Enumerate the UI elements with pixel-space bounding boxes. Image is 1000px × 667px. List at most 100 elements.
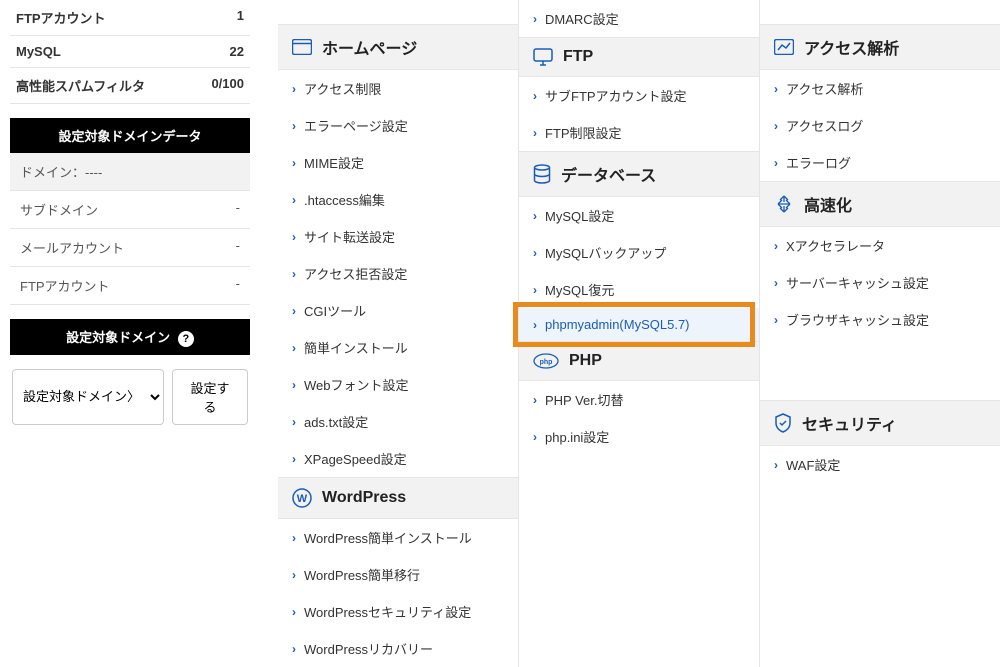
- chevron-right-icon: ›: [292, 642, 296, 656]
- menu-item[interactable]: ›アクセス制限: [278, 70, 518, 107]
- menu-item[interactable]: ›MySQLバックアップ: [519, 234, 759, 271]
- menu-item[interactable]: ›WordPressセキュリティ設定: [278, 593, 518, 630]
- wordpress-icon: W: [292, 488, 312, 508]
- section-title: セキュリティ: [802, 411, 897, 435]
- menu-item[interactable]: ›サブFTPアカウント設定: [519, 77, 759, 114]
- chevron-right-icon: ›: [774, 156, 778, 170]
- domain-row: ドメイン：----: [10, 153, 250, 191]
- domain-target-header: 設定対象ドメイン ?: [10, 319, 250, 355]
- menu-item-phpmyadmin[interactable]: ›phpmyadmin(MySQL5.7): [519, 308, 759, 341]
- monitor-icon: [533, 48, 553, 66]
- menu-item[interactable]: ›Webフォント設定: [278, 366, 518, 403]
- chevron-right-icon: ›: [292, 452, 296, 466]
- chevron-right-icon: ›: [533, 209, 537, 223]
- menu-item[interactable]: ›.htaccess編集: [278, 181, 518, 218]
- menu-item[interactable]: ›エラーページ設定: [278, 107, 518, 144]
- domain-label: ドメイン：----: [20, 162, 102, 181]
- chevron-right-icon: ›: [292, 568, 296, 582]
- domain-label: FTPアカウント: [20, 276, 110, 295]
- domain-row: サブドメイン -: [10, 191, 250, 229]
- menu-item[interactable]: ›アクセスログ: [760, 107, 1000, 144]
- chevron-right-icon: ›: [533, 246, 537, 260]
- chevron-right-icon: ›: [292, 267, 296, 281]
- menu-item[interactable]: ›MySQL設定: [519, 197, 759, 234]
- shield-icon: [774, 413, 792, 433]
- domain-value: -: [236, 200, 240, 219]
- menu-item[interactable]: ›MIME設定: [278, 144, 518, 181]
- chevron-right-icon: ›: [292, 156, 296, 170]
- domain-label: サブドメイン: [20, 200, 98, 219]
- chevron-right-icon: ›: [774, 119, 778, 133]
- domain-data-header: 設定対象ドメインデータ: [10, 118, 250, 153]
- chart-icon: [774, 39, 794, 55]
- menu-item[interactable]: ›php.ini設定: [519, 418, 759, 455]
- section-header-php: php PHP: [519, 341, 759, 381]
- chevron-right-icon: ›: [292, 193, 296, 207]
- menu-item[interactable]: ›アクセス拒否設定: [278, 255, 518, 292]
- section-title: ホームページ: [322, 35, 417, 59]
- chevron-right-icon: ›: [533, 12, 537, 26]
- menu-item[interactable]: ›CGIツール: [278, 292, 518, 329]
- menu-item[interactable]: ›ブラウザキャッシュ設定: [760, 301, 1000, 338]
- stat-row: 高性能スパムフィルタ 0/100: [10, 68, 250, 104]
- section-header-analytics: アクセス解析: [760, 24, 1000, 70]
- menu-item[interactable]: ›WordPress簡単移行: [278, 556, 518, 593]
- chevron-right-icon: ›: [292, 605, 296, 619]
- menu-item[interactable]: ›MySQL復元: [519, 271, 759, 308]
- help-icon[interactable]: ?: [178, 331, 194, 347]
- sidebar: FTPアカウント 1 MySQL 22 高性能スパムフィルタ 0/100 設定対…: [0, 0, 260, 667]
- chevron-right-icon: ›: [292, 119, 296, 133]
- menu-item[interactable]: ›FTP制限設定: [519, 114, 759, 151]
- menu-item[interactable]: ›WAF設定: [760, 446, 1000, 483]
- set-button[interactable]: 設定する: [172, 369, 248, 425]
- section-title: WordPress: [322, 489, 406, 507]
- speed-icon: [774, 194, 794, 214]
- chevron-right-icon: ›: [292, 378, 296, 392]
- chevron-right-icon: ›: [533, 283, 537, 297]
- menu-item[interactable]: ›Xアクセラレータ: [760, 227, 1000, 264]
- menu-item[interactable]: ›サーバーキャッシュ設定: [760, 264, 1000, 301]
- menu-item[interactable]: ›簡単インストール: [278, 329, 518, 366]
- menu-item[interactable]: ›WordPress簡単インストール: [278, 519, 518, 556]
- menu-item[interactable]: ›DMARC設定: [519, 0, 759, 37]
- col-analytics-speed-security: アクセス解析 ›アクセス解析 ›アクセスログ ›エラーログ 高速化 ›Xアクセラ…: [760, 0, 1000, 667]
- section-header-database: データベース: [519, 151, 759, 197]
- chevron-right-icon: ›: [533, 126, 537, 140]
- domain-row: メールアカウント -: [10, 229, 250, 267]
- domain-select[interactable]: 設定対象ドメイン〉: [12, 369, 164, 425]
- chevron-right-icon: ›: [533, 430, 537, 444]
- section-header-homepage: ホームページ: [278, 24, 518, 70]
- chevron-right-icon: ›: [774, 82, 778, 96]
- col-ftp-db-php: ›DMARC設定 FTP ›サブFTPアカウント設定 ›FTP制限設定 データベ…: [519, 0, 760, 667]
- chevron-right-icon: ›: [774, 239, 778, 253]
- domain-value: -: [236, 238, 240, 257]
- chevron-right-icon: ›: [774, 313, 778, 327]
- chevron-right-icon: ›: [292, 415, 296, 429]
- section-header-wordpress: W WordPress: [278, 477, 518, 519]
- menu-item[interactable]: ›XPageSpeed設定: [278, 440, 518, 477]
- menu-item[interactable]: ›エラーログ: [760, 144, 1000, 181]
- section-title: PHP: [569, 352, 602, 370]
- menu-item[interactable]: ›PHP Ver.切替: [519, 381, 759, 418]
- stat-row: FTPアカウント 1: [10, 0, 250, 36]
- chevron-right-icon: ›: [292, 230, 296, 244]
- database-icon: [533, 164, 551, 184]
- col-homepage-wordpress: ホームページ ›アクセス制限 ›エラーページ設定 ›MIME設定 ›.htacc…: [278, 0, 519, 667]
- menu-item[interactable]: ›サイト転送設定: [278, 218, 518, 255]
- section-title: 高速化: [804, 192, 852, 216]
- chevron-right-icon: ›: [533, 318, 537, 332]
- domain-label: メールアカウント: [20, 238, 124, 257]
- menu-item[interactable]: ›ads.txt設定: [278, 403, 518, 440]
- section-header-speed: 高速化: [760, 181, 1000, 227]
- section-title: データベース: [561, 162, 656, 186]
- menu-item[interactable]: ›アクセス解析: [760, 70, 1000, 107]
- section-header-ftp: FTP: [519, 37, 759, 77]
- domain-value: -: [236, 276, 240, 295]
- php-icon: php: [533, 353, 559, 369]
- section-title: アクセス解析: [804, 35, 899, 59]
- chevron-right-icon: ›: [533, 393, 537, 407]
- stat-label: FTPアカウント: [16, 8, 106, 27]
- stat-value: 1: [237, 8, 244, 27]
- menu-item[interactable]: ›WordPressリカバリー: [278, 630, 518, 667]
- chevron-right-icon: ›: [533, 89, 537, 103]
